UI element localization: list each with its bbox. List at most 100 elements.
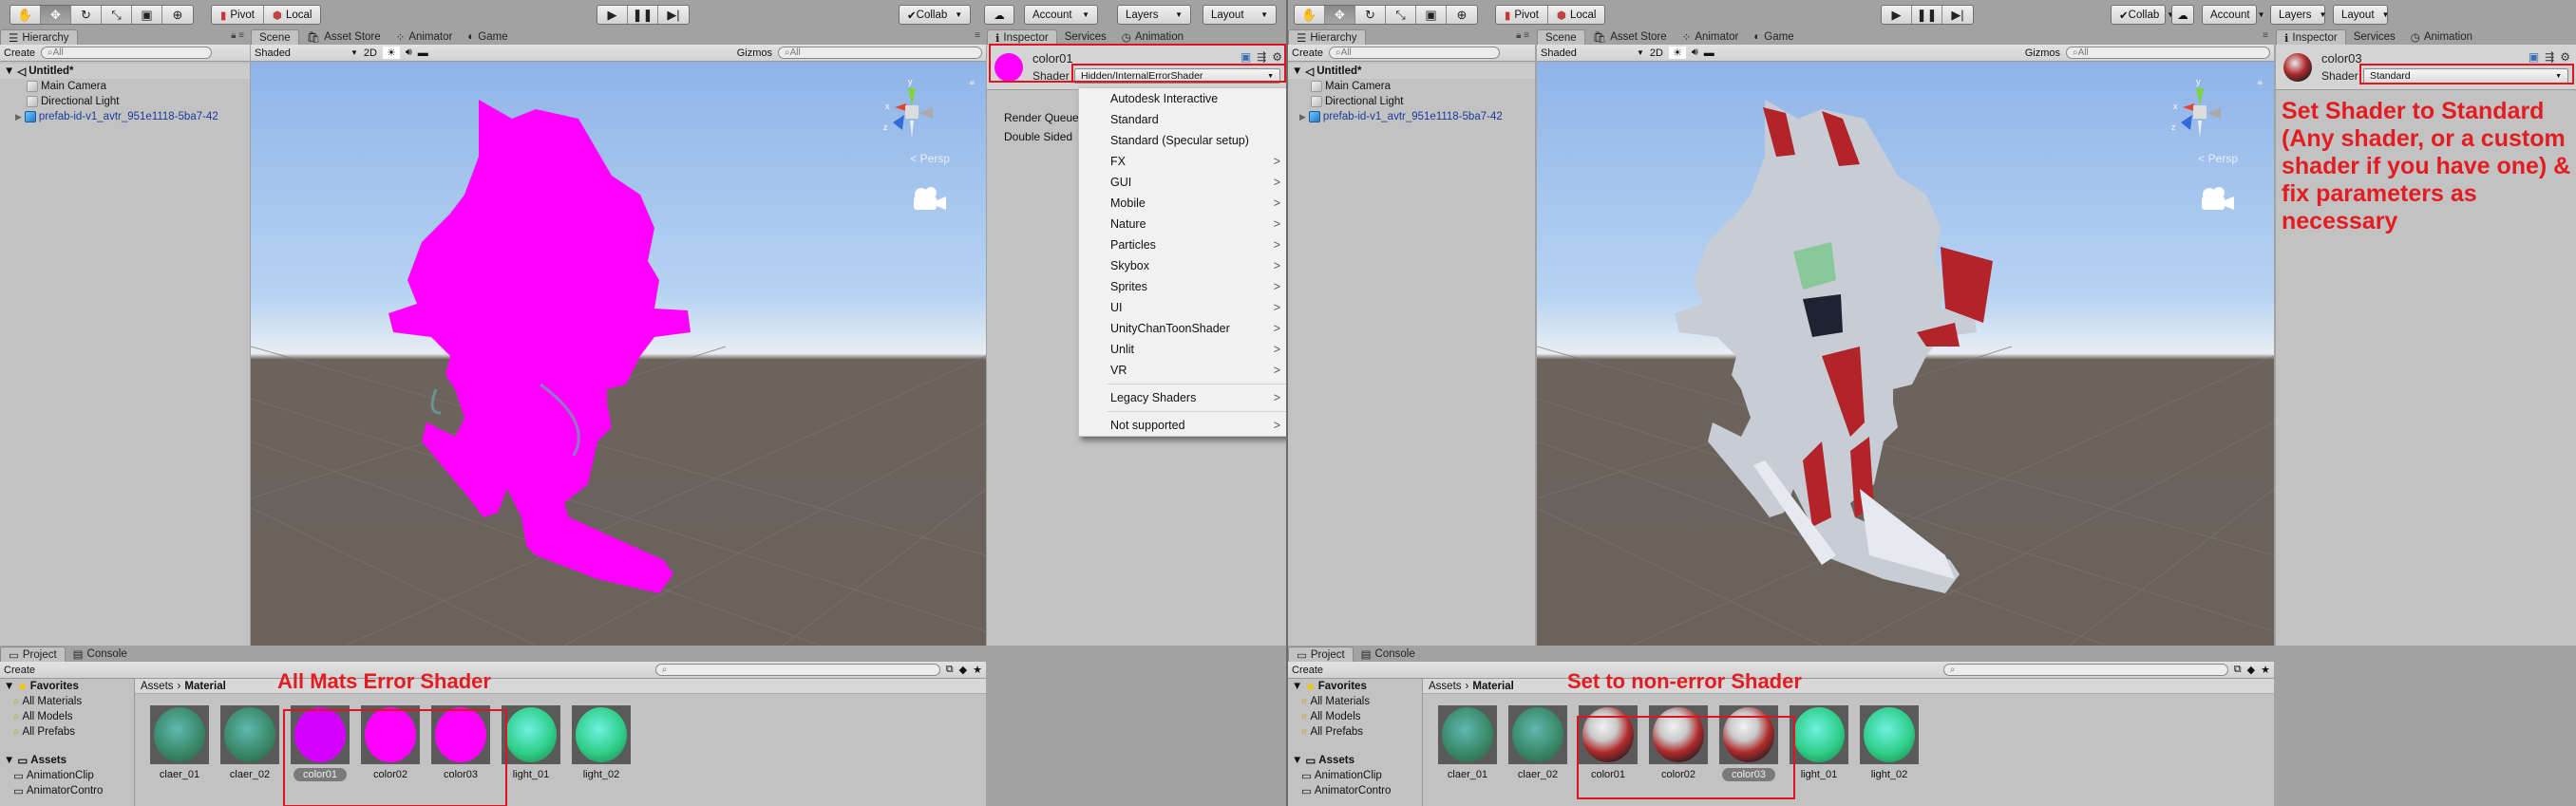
tab-console[interactable]: ▤ Console (66, 647, 135, 662)
layers-dropdown[interactable]: Layers ▼ (2270, 5, 2326, 25)
projection-label[interactable]: < Persp (2198, 152, 2238, 165)
favorites-folder[interactable]: ▼ ★ Favorites (0, 679, 134, 694)
tab-scene[interactable]: Scene (1537, 29, 1585, 45)
breadcrumb-material[interactable]: Material (184, 681, 225, 692)
scale-tool-button[interactable]: ⤡ (102, 6, 132, 24)
expand-arrow-icon[interactable]: ▶ (15, 112, 22, 122)
local-button[interactable]: ⬢ Local (1548, 6, 1605, 24)
lighting-toggle-icon[interactable]: ☀ (1668, 47, 1686, 59)
layers-dropdown[interactable]: Layers ▼ (1117, 5, 1191, 25)
favorites-item[interactable]: ⌕ All Models (0, 709, 134, 724)
hierarchy-item[interactable]: ▶ prefab-id-v1_avtr_951e1118-5ba7-42 (1288, 109, 1535, 124)
shader-menu-item[interactable]: UnityChanToonShader > (1079, 318, 1288, 339)
pause-button[interactable]: ❚❚ (628, 6, 658, 24)
breadcrumb-assets[interactable]: Assets (141, 681, 174, 692)
favorites-item[interactable]: ⌕ All Prefabs (0, 724, 134, 740)
scene-orientation-gizmo[interactable]: y x z (881, 75, 948, 151)
tab-asset-store[interactable]: 🛍︎ Asset Store (1585, 29, 1675, 45)
shader-menu-item[interactable]: Standard (Specular setup) (1079, 130, 1288, 151)
shader-menu-item[interactable]: Nature > (1079, 214, 1288, 234)
favorites-item[interactable]: ⌕ All Materials (1288, 694, 1422, 709)
shader-menu-item[interactable]: Unlit > (1079, 339, 1288, 360)
scene-search-input[interactable]: ⌕ All (2066, 47, 2270, 59)
2d-toggle[interactable]: 2D (364, 47, 377, 59)
lock-icon[interactable]: 🔒︎ ≡ (1516, 30, 1529, 41)
transform-tool-button[interactable]: ⊕ (162, 6, 193, 24)
move-tool-button[interactable]: ✥ (1325, 6, 1355, 24)
shader-menu-item[interactable]: GUI > (1079, 172, 1288, 193)
lighting-toggle-icon[interactable]: ☀ (382, 47, 400, 59)
tab-hierarchy[interactable]: ☰ Hierarchy (1288, 29, 1366, 45)
step-button[interactable]: ▶| (658, 6, 689, 24)
tab-hierarchy[interactable]: ☰ Hierarchy (0, 29, 78, 45)
collab-button[interactable]: ✔Collab▼ (899, 5, 971, 25)
scene-orientation-gizmo[interactable]: y x z (2169, 75, 2236, 151)
tab-project[interactable]: ▭ Project (0, 647, 66, 662)
tab-game[interactable]: ◐ Game (460, 29, 515, 45)
project-search-input[interactable]: ⌕ (654, 664, 940, 676)
assets-folder[interactable]: ▼ ▭ Assets (0, 753, 134, 768)
play-button[interactable]: ▶ (1882, 6, 1912, 24)
expand-arrow-icon[interactable]: ▼ (1292, 681, 1302, 692)
filter-label-icon[interactable]: ◆ (2247, 664, 2255, 676)
favorites-folder[interactable]: ▼ ★ Favorites (1288, 679, 1422, 694)
rect-tool-button[interactable]: ▣ (1416, 6, 1447, 24)
assets-folder[interactable]: ▼ ▭ Assets (1288, 753, 1422, 768)
expand-arrow-icon[interactable]: ▼ (4, 66, 14, 77)
gizmos-dropdown[interactable]: Gizmos (737, 47, 772, 59)
breadcrumb-material[interactable]: Material (1472, 681, 1513, 692)
tab-game[interactable]: ◐ Game (1746, 29, 1801, 45)
rect-tool-button[interactable]: ▣ (132, 6, 162, 24)
hierarchy-search-input[interactable]: ⌕ All (41, 47, 213, 59)
scale-tool-button[interactable]: ⤡ (1386, 6, 1416, 24)
favorites-item[interactable]: ⌕ All Prefabs (1288, 724, 1422, 740)
material-asset[interactable]: light_01 (500, 705, 562, 781)
tab-inspector[interactable]: ℹ Inspector (987, 29, 1057, 45)
tab-inspector[interactable]: ℹ Inspector (2276, 29, 2346, 45)
pause-button[interactable]: ❚❚ (1912, 6, 1942, 24)
scene-root[interactable]: ▼ ◁ Untitled* (0, 64, 250, 79)
shader-menu-item[interactable]: FX > (1079, 151, 1288, 172)
create-dropdown[interactable]: Create (4, 47, 35, 59)
projection-label[interactable]: < Persp (910, 152, 950, 165)
audio-toggle-icon[interactable]: 🔊︎ (1692, 47, 1698, 59)
gizmos-dropdown[interactable]: Gizmos (2025, 47, 2060, 59)
account-dropdown[interactable]: Account ▼ (2202, 5, 2264, 25)
hierarchy-item[interactable]: ▶ prefab-id-v1_avtr_951e1118-5ba7-42 (0, 109, 250, 124)
account-dropdown[interactable]: Account ▼ (1024, 5, 1098, 25)
shader-menu-item[interactable]: Standard (1079, 109, 1288, 130)
pivot-button[interactable]: ▮ Pivot (1496, 6, 1548, 24)
pivot-button[interactable]: ▮ Pivot (212, 6, 264, 24)
asset-folder-item[interactable]: ▭ AnimationClip (0, 768, 134, 783)
scene-root[interactable]: ▼ ◁ Untitled* (1288, 64, 1535, 79)
lock-icon[interactable]: 🔒︎ ≡ (231, 30, 244, 41)
filter-label-icon[interactable]: ◆ (959, 664, 967, 676)
asset-folder-item[interactable]: ▭ AnimationClip (1288, 768, 1422, 783)
asset-folder-item[interactable]: ▭ AnimatorContro (0, 783, 134, 798)
shader-menu-item[interactable]: Autodesk Interactive (1079, 88, 1288, 109)
settings-gear-icon[interactable]: ⚙ (2560, 50, 2570, 64)
hierarchy-item[interactable]: Directional Light (1288, 94, 1535, 109)
tab-animator[interactable]: ⁘ Animator (388, 29, 461, 45)
favorite-star-icon[interactable]: ★ (973, 664, 982, 676)
tab-console[interactable]: ▤ Console (1354, 647, 1423, 662)
shader-menu-item[interactable]: Particles > (1079, 234, 1288, 255)
expand-arrow-icon[interactable]: ▼ (4, 755, 14, 766)
material-asset[interactable]: light_01 (1788, 705, 1850, 781)
scene-viewport[interactable]: y x z 🔒︎ < Persp (251, 62, 986, 646)
filter-type-icon[interactable]: ⧉ (946, 664, 954, 676)
shader-menu-item[interactable]: UI > (1079, 297, 1288, 318)
material-asset[interactable]: claer_01 (1436, 705, 1499, 781)
hierarchy-search-input[interactable]: ⌕ All (1329, 47, 1501, 59)
expand-arrow-icon[interactable]: ▶ (1299, 112, 1306, 122)
breadcrumb-assets[interactable]: Assets (1429, 681, 1462, 692)
camera-icon[interactable] (2198, 185, 2236, 214)
expand-arrow-icon[interactable]: ▼ (1292, 66, 1302, 77)
local-button[interactable]: ⬢ Local (264, 6, 321, 24)
play-button[interactable]: ▶ (597, 6, 628, 24)
audio-toggle-icon[interactable]: 🔊︎ (406, 47, 412, 59)
tab-project[interactable]: ▭ Project (1288, 647, 1354, 662)
lock-icon[interactable]: 🔒︎ (2258, 77, 2263, 87)
filter-type-icon[interactable]: ⧉ (2234, 664, 2242, 676)
project-create-dropdown[interactable]: Create (4, 665, 35, 676)
